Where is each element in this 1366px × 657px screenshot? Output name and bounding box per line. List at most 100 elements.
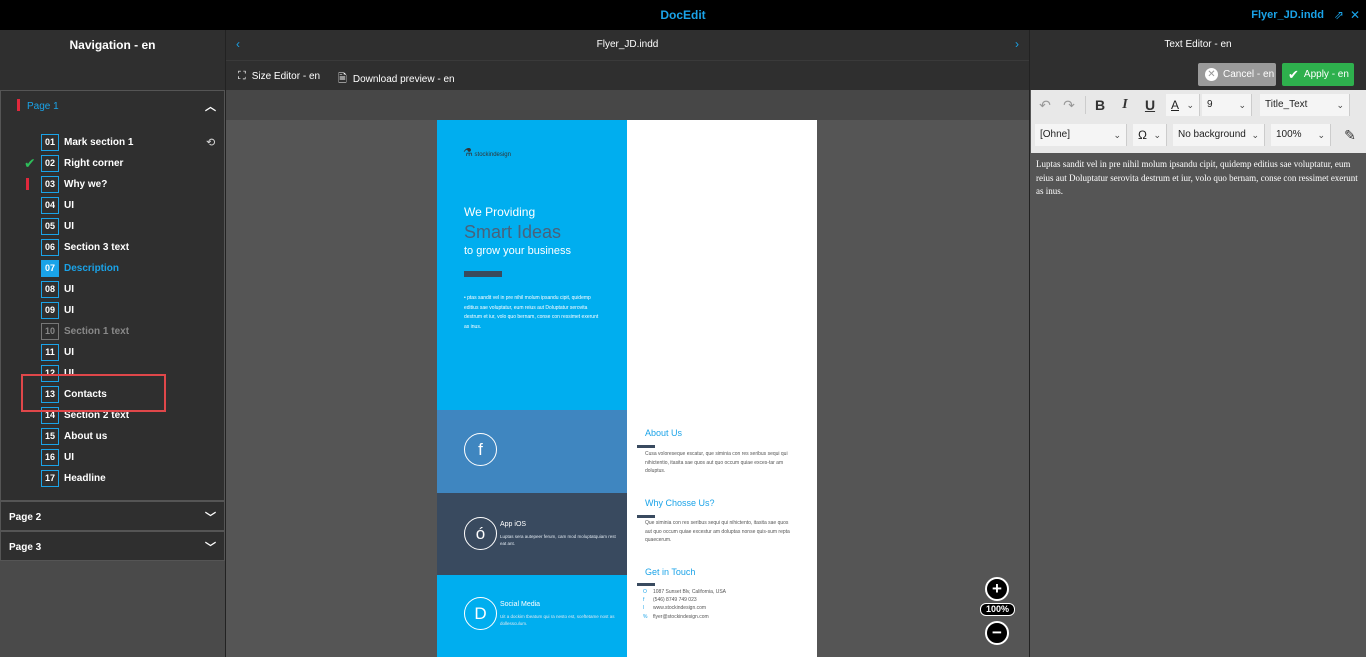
- checkmark-icon: ✔: [24, 155, 36, 171]
- nav-item-03[interactable]: 03 Why we?: [1, 175, 225, 196]
- flyer-ios-text[interactable]: Luptas sera autepeer ferum, cam mod molu…: [500, 533, 620, 547]
- sync-off-icon[interactable]: ⟲: [206, 136, 215, 149]
- nav-item-04[interactable]: 04 UI: [1, 196, 225, 217]
- flyer-social-block[interactable]: D Social Media Uit a dockim tbeatum qui …: [437, 575, 627, 657]
- item-label: UI: [64, 347, 74, 358]
- item-number: 09: [41, 302, 59, 319]
- text-editor-content[interactable]: Luptas sandit vel in pre nihil molum ips…: [1036, 158, 1361, 199]
- nav-item-10[interactable]: 10 Section 1 text: [1, 322, 225, 343]
- scale-select[interactable]: 100% ⌄: [1271, 124, 1331, 146]
- item-number: 07: [41, 260, 59, 277]
- nav-item-15[interactable]: 15 About us: [1, 427, 225, 448]
- chevron-right-icon[interactable]: ›: [1015, 37, 1019, 51]
- email-icon: %: [643, 613, 648, 620]
- close-icon[interactable]: ✕: [1350, 8, 1360, 22]
- text-color-select[interactable]: A ⌄: [1166, 94, 1200, 116]
- chevron-down-icon: ⌄: [1317, 130, 1325, 140]
- item-label: UI: [64, 200, 74, 211]
- flyer-facebook-block[interactable]: f: [437, 410, 627, 493]
- nav-item-08[interactable]: 08 UI: [1, 280, 225, 301]
- redo-icon[interactable]: ↷: [1059, 94, 1079, 116]
- flyer-ios-title[interactable]: App iOS: [500, 521, 526, 528]
- flyer-hero[interactable]: ⚗ stockindesign We Providing Smart Ideas…: [437, 120, 627, 410]
- page-3-header[interactable]: Page 3 ﹀: [0, 531, 225, 561]
- chevron-down-icon: ⌄: [1186, 100, 1194, 110]
- nav-item-02[interactable]: ✔ 02 Right corner: [1, 154, 225, 175]
- chevron-down-icon: ⌄: [1238, 100, 1246, 110]
- flyer-contacts[interactable]: O 1087 Sunset Blv, California, USA f (546)…: [643, 588, 726, 621]
- item-number: 05: [41, 218, 59, 235]
- nav-item-11[interactable]: 11 UI: [1, 343, 225, 364]
- chevron-down-icon[interactable]: ﹀: [205, 509, 216, 525]
- top-file-name[interactable]: Flyer_JD.indd: [1251, 9, 1324, 21]
- background-value: No background: [1178, 129, 1246, 140]
- flyer-social-title[interactable]: Social Media: [500, 601, 540, 608]
- nav-item-05[interactable]: 05 UI: [1, 217, 225, 238]
- flyer-preview[interactable]: ⚗ stockindesign We Providing Smart Ideas…: [437, 120, 817, 657]
- top-bar: DocEdit Flyer_JD.indd ⇗ ✕: [0, 0, 1366, 30]
- contact-row: l www.stockindesign.com: [643, 604, 726, 612]
- nav-item-16[interactable]: 16 UI: [1, 448, 225, 469]
- flyer-about-title[interactable]: About Us: [645, 428, 682, 438]
- font-size-select[interactable]: 9 ⌄: [1202, 94, 1252, 116]
- item-number: 01: [41, 134, 59, 151]
- size-editor-button[interactable]: ⛶ Size Editor - en: [238, 70, 320, 83]
- nav-item-01[interactable]: 01 Mark section 1 ⟲: [1, 133, 225, 154]
- underline-icon[interactable]: U: [1140, 94, 1160, 116]
- page-1-header[interactable]: Page 1 ︿: [1, 91, 224, 121]
- chevron-down-icon: ⌄: [1336, 100, 1344, 110]
- item-number: 04: [41, 197, 59, 214]
- background-select[interactable]: No background ⌄: [1173, 124, 1265, 146]
- item-label: Section 1 text: [64, 326, 130, 337]
- flyer-about-text[interactable]: Cusa voloreseque escatur, que siminia co…: [645, 450, 795, 476]
- canvas-top-strip: [226, 90, 1029, 120]
- flyer-why-text[interactable]: Que siminia con res seribus sequi qui ni…: [645, 519, 795, 545]
- item-label: Right corner: [64, 158, 124, 169]
- italic-icon[interactable]: I: [1115, 94, 1135, 116]
- flyer-ios-block[interactable]: ó App iOS Luptas sera autepeer ferum, ca…: [437, 493, 627, 575]
- flyer-description[interactable]: • ptas sandit vel in pre nihil molum ips…: [464, 294, 604, 332]
- flyer-smart-ideas[interactable]: Smart Ideas: [464, 222, 561, 243]
- nav-item-06[interactable]: 06 Section 3 text: [1, 238, 225, 259]
- item-label: Headline: [64, 473, 106, 484]
- special-char-select[interactable]: Ω ⌄: [1133, 124, 1167, 146]
- flyer-logo: ⚗ stockindesign: [463, 146, 511, 159]
- chevron-up-icon[interactable]: ︿: [205, 98, 216, 114]
- bold-icon[interactable]: B: [1090, 94, 1110, 116]
- style-value: Title_Text: [1265, 99, 1308, 110]
- page-1-label: Page 1: [27, 101, 59, 112]
- flyer-accent-bar: [464, 271, 502, 277]
- paragraph-value: [Ohne]: [1040, 129, 1071, 140]
- zoom-out-button[interactable]: −: [985, 621, 1009, 645]
- zoom-in-button[interactable]: +: [985, 577, 1009, 601]
- rich-text-toolbar: ↶ ↷ B I U A ⌄ 9 ⌄ Title_Text ⌄ [Ohne] ⌄: [1031, 90, 1366, 153]
- chevron-down-icon[interactable]: ﹀: [205, 539, 216, 555]
- item-label: UI: [64, 221, 74, 232]
- external-link-icon[interactable]: ⇗: [1334, 8, 1344, 22]
- flyer-touch-title[interactable]: Get in Touch: [645, 567, 695, 577]
- apple-icon: ó: [464, 517, 497, 550]
- download-preview-button[interactable]: 🗎 Download preview - en: [338, 70, 455, 89]
- paragraph-select[interactable]: [Ohne] ⌄: [1035, 124, 1127, 146]
- contact-text: 1087 Sunset Blv, California, USA: [653, 589, 727, 595]
- flyer-we-providing[interactable]: We Providing: [464, 205, 535, 219]
- flyer-social-text[interactable]: Uit a dockim tbeatum qui ra nesto est, s…: [500, 613, 620, 627]
- text-editor-actions: ✕ Cancel - en ✔ Apply - en: [1030, 60, 1366, 90]
- cancel-button[interactable]: ✕ Cancel - en: [1198, 63, 1276, 86]
- facebook-icon: f: [464, 433, 497, 466]
- flyer-why-title[interactable]: Why Chosse Us?: [645, 498, 715, 508]
- item-number: 02: [41, 155, 59, 172]
- contact-row: O 1087 Sunset Blv, California, USA: [643, 588, 726, 596]
- apply-button[interactable]: ✔ Apply - en: [1282, 63, 1354, 86]
- phone-icon: f: [643, 597, 645, 604]
- page-2-header[interactable]: Page 2 ﹀: [0, 501, 225, 531]
- undo-icon[interactable]: ↶: [1035, 94, 1055, 116]
- flyer-grow[interactable]: to grow your business: [464, 245, 571, 257]
- style-select[interactable]: Title_Text ⌄: [1260, 94, 1350, 116]
- nav-item-09[interactable]: 09 UI: [1, 301, 225, 322]
- document-toolbar: ⛶ Size Editor - en 🗎 Download preview - …: [226, 60, 1029, 90]
- pencil-icon[interactable]: ✎: [1339, 124, 1361, 146]
- flyer-touch-bar: [637, 583, 655, 586]
- nav-item-07[interactable]: 07 Description: [1, 259, 225, 280]
- nav-item-17[interactable]: 17 Headline: [1, 469, 225, 490]
